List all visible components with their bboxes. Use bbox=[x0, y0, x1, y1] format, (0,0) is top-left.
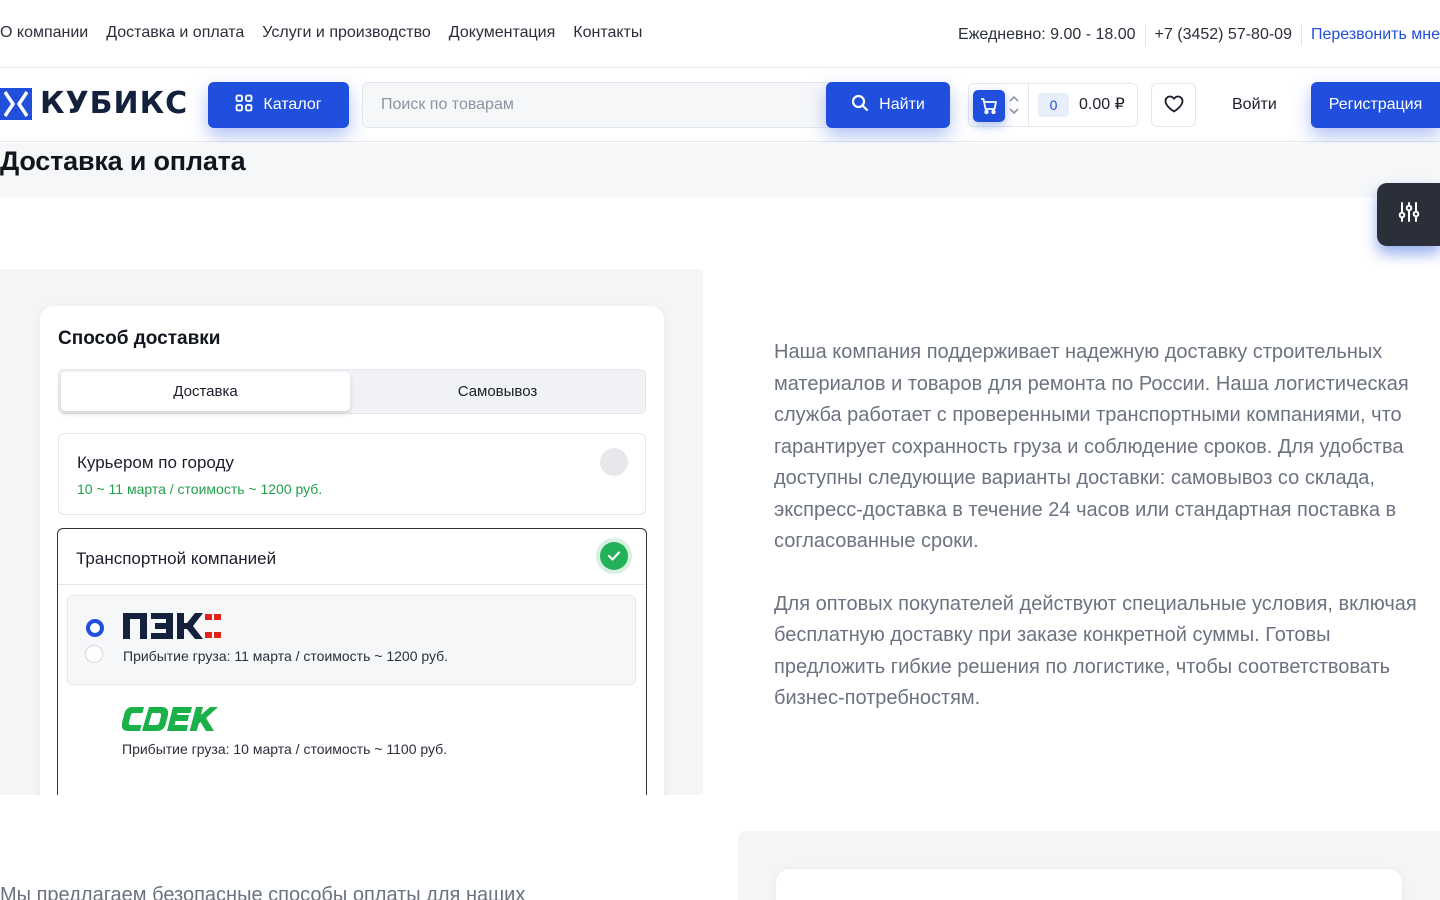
nav-link-services[interactable]: Услуги и производство bbox=[262, 24, 431, 42]
cart-count-badge: 0 bbox=[1038, 93, 1069, 117]
cart-total: 0.00 ₽ bbox=[1079, 96, 1125, 113]
logo-text: КУБИКС bbox=[40, 86, 189, 121]
carrier-option-pek[interactable]: Прибытие груза: 11 марта / стоимость ~ 1… bbox=[67, 595, 636, 685]
option-courier-title: Курьером по городу bbox=[77, 453, 234, 472]
login-link[interactable]: Войти bbox=[1232, 96, 1277, 114]
contact-info: Ежедневно: 9.00 - 18.00 +7 (3452) 57-80-… bbox=[958, 24, 1440, 46]
delivery-info-paragraph-1: Наша компания поддерживает надежную дост… bbox=[774, 341, 1409, 552]
search-input[interactable] bbox=[363, 83, 823, 127]
carrier-option-cdek[interactable]: Прибытие груза: 10 марта / стоимость ~ 1… bbox=[67, 689, 636, 779]
pek-logo bbox=[123, 613, 221, 639]
nav-link-delivery[interactable]: Доставка и оплата bbox=[106, 24, 244, 42]
carrier-cdek-radio[interactable] bbox=[85, 645, 103, 663]
delivery-info-text: Наша компания поддерживает надежную дост… bbox=[774, 337, 1440, 715]
logo[interactable]: КУБИКС bbox=[0, 88, 188, 120]
search-icon bbox=[851, 94, 869, 117]
divider bbox=[58, 584, 645, 585]
cdek-logo bbox=[122, 707, 218, 731]
tab-delivery[interactable]: Доставка bbox=[61, 372, 350, 411]
top-nav: О компании Доставка и оплата Услуги и пр… bbox=[0, 24, 642, 42]
page-title-band: Доставка и оплата bbox=[0, 143, 1440, 197]
carrier-pek-radio[interactable] bbox=[86, 619, 104, 637]
catalog-label: Каталог bbox=[263, 96, 322, 113]
option-transport-company[interactable]: Транспортной компанией Прибытие груза: 1… bbox=[57, 528, 647, 795]
favorites-button[interactable] bbox=[1151, 83, 1196, 127]
payment-card bbox=[776, 869, 1402, 900]
delivery-illustration-panel: Способ доставки Доставка Самовывоз Курье… bbox=[0, 269, 703, 795]
grid-icon bbox=[235, 94, 253, 117]
find-button[interactable]: Найти bbox=[826, 82, 950, 128]
divider bbox=[1300, 24, 1302, 46]
cart-icon[interactable] bbox=[973, 90, 1005, 122]
option-courier-subtitle: 10 ~ 11 марта / стоимость ~ 1200 руб. bbox=[77, 481, 323, 497]
sliders-icon bbox=[1397, 200, 1421, 229]
catalog-button[interactable]: Каталог bbox=[208, 82, 349, 128]
page-title: Доставка и оплата bbox=[0, 146, 246, 176]
nav-link-docs[interactable]: Документация bbox=[449, 24, 555, 42]
working-hours: Ежедневно: 9.00 - 18.00 bbox=[958, 26, 1136, 43]
divider bbox=[1028, 84, 1029, 126]
payment-illustration-panel bbox=[738, 831, 1440, 900]
cart-widget[interactable]: 0 0.00 ₽ bbox=[968, 83, 1138, 127]
callback-link[interactable]: Перезвонить мне bbox=[1311, 26, 1440, 44]
option-transport-title: Транспортной компанией bbox=[76, 549, 277, 568]
nav-link-about[interactable]: О компании bbox=[0, 24, 88, 42]
delivery-method-card: Способ доставки Доставка Самовывоз Курье… bbox=[40, 306, 664, 795]
chevron-up-down-icon[interactable] bbox=[1007, 92, 1021, 120]
find-label: Найти bbox=[879, 96, 925, 113]
divider bbox=[1144, 24, 1146, 46]
nav-link-contacts[interactable]: Контакты bbox=[573, 24, 642, 42]
carrier-cdek-subtitle: Прибытие груза: 10 марта / стоимость ~ 1… bbox=[122, 741, 448, 757]
register-button[interactable]: Регистрация bbox=[1311, 82, 1440, 128]
delivery-method-title: Способ доставки bbox=[58, 328, 221, 349]
top-bar: О компании Доставка и оплата Услуги и пр… bbox=[0, 0, 1440, 68]
delivery-info-paragraph-2: Для оптовых покупателей действуют специа… bbox=[774, 592, 1417, 710]
payment-intro-text: Мы предлагаем безопасные способы оплаты … bbox=[0, 884, 526, 900]
check-icon[interactable] bbox=[600, 542, 628, 570]
tab-pickup[interactable]: Самовывоз bbox=[352, 372, 643, 411]
phone-link[interactable]: +7 (3452) 57-80-09 bbox=[1155, 26, 1292, 44]
main-header: КУБИКС Каталог Найти bbox=[0, 68, 1440, 142]
logo-mark-icon bbox=[0, 88, 32, 120]
option-courier-radio[interactable] bbox=[600, 448, 628, 476]
delivery-tabs: Доставка Самовывоз bbox=[58, 369, 646, 414]
option-courier[interactable]: Курьером по городу 10 ~ 11 марта / стоим… bbox=[58, 433, 646, 515]
heart-icon bbox=[1164, 95, 1184, 116]
filter-settings-button[interactable] bbox=[1377, 183, 1440, 246]
carrier-pek-subtitle: Прибытие груза: 11 марта / стоимость ~ 1… bbox=[123, 648, 449, 664]
